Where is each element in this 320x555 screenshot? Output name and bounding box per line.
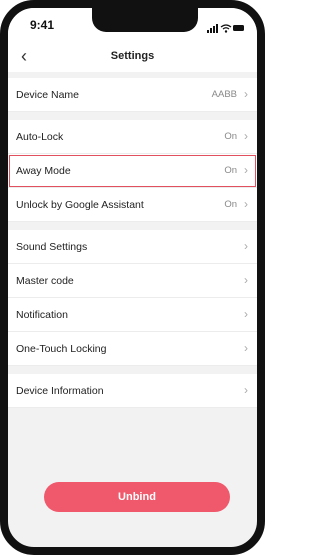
chevron-right-icon: › bbox=[244, 197, 248, 211]
row-label: Notification bbox=[16, 309, 68, 321]
status-time: 9:41 bbox=[30, 18, 55, 32]
chevron-right-icon: › bbox=[244, 273, 248, 287]
settings-row-away-mode[interactable]: Away Mode On › bbox=[8, 154, 257, 188]
wifi-icon bbox=[220, 24, 232, 33]
chevron-right-icon: › bbox=[244, 129, 248, 143]
settings-row-auto-lock[interactable]: Auto-Lock On › bbox=[8, 120, 257, 154]
unbind-button[interactable]: Unbind bbox=[44, 482, 230, 512]
chevron-right-icon: › bbox=[244, 163, 248, 177]
row-label: Device Name bbox=[16, 89, 80, 101]
chevron-right-icon: › bbox=[244, 87, 248, 101]
settings-row-master-code[interactable]: Master code › bbox=[8, 264, 257, 298]
signal-icon bbox=[207, 24, 218, 33]
chevron-right-icon: › bbox=[244, 341, 248, 355]
status-icons bbox=[207, 20, 245, 33]
row-value: On bbox=[224, 165, 237, 176]
row-label: Away Mode bbox=[16, 165, 71, 177]
row-label: Master code bbox=[16, 275, 74, 287]
settings-row-google-assistant[interactable]: Unlock by Google Assistant On › bbox=[8, 188, 257, 222]
row-label: Device Information bbox=[16, 385, 104, 397]
row-value: On bbox=[224, 199, 237, 210]
settings-row-sound-settings[interactable]: Sound Settings › bbox=[8, 230, 257, 264]
chevron-right-icon: › bbox=[244, 307, 248, 321]
row-value: AABB bbox=[211, 89, 237, 100]
row-label: One-Touch Locking bbox=[16, 343, 107, 355]
notch bbox=[92, 8, 198, 32]
row-value: On bbox=[224, 131, 237, 142]
phone-frame: 9:41 ‹ Settings Device Name AABB › Auto-… bbox=[0, 0, 265, 555]
chevron-right-icon: › bbox=[244, 383, 248, 397]
settings-row-device-information[interactable]: Device Information › bbox=[8, 374, 257, 408]
settings-row-one-touch-locking[interactable]: One-Touch Locking › bbox=[8, 332, 257, 366]
chevron-right-icon: › bbox=[244, 239, 248, 253]
page-title: Settings bbox=[110, 50, 155, 62]
battery-icon bbox=[233, 25, 244, 31]
nav-bar: ‹ Settings bbox=[8, 42, 257, 72]
row-label: Sound Settings bbox=[16, 241, 88, 253]
row-label: Unlock by Google Assistant bbox=[16, 199, 144, 211]
settings-row-notification[interactable]: Notification › bbox=[8, 298, 257, 332]
row-label: Auto-Lock bbox=[16, 131, 64, 143]
settings-row-device-name[interactable]: Device Name AABB › bbox=[8, 78, 257, 112]
